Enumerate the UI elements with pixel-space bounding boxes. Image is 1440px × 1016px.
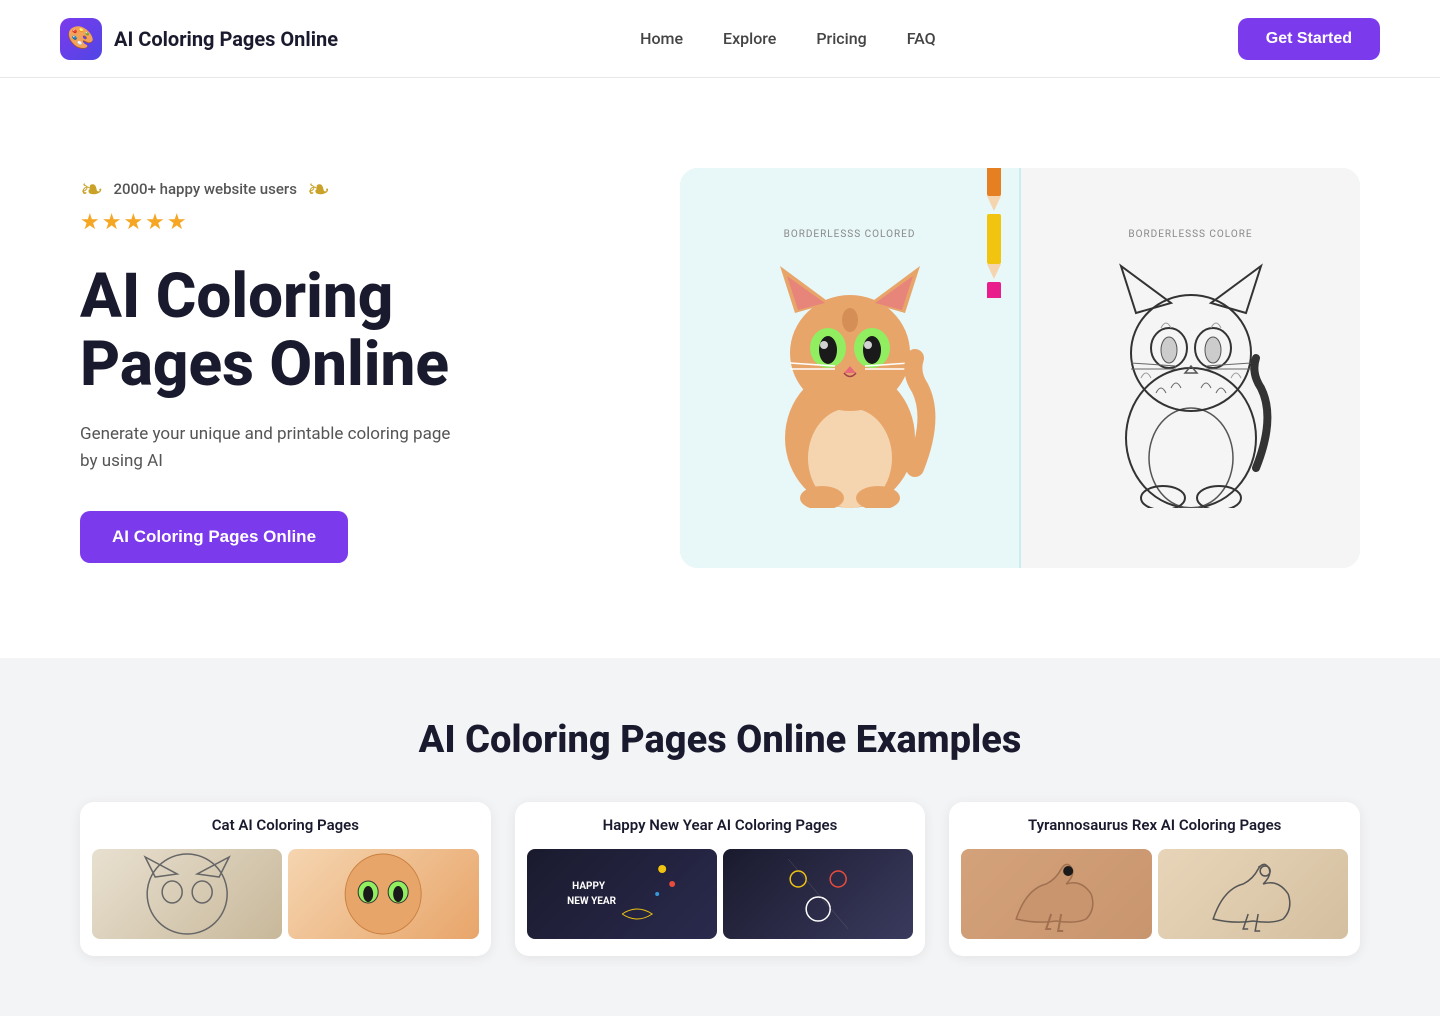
trex-colored-svg bbox=[961, 849, 1151, 939]
laurel-right-icon: ❧ bbox=[307, 173, 330, 206]
hero-heading: AI Coloring Pages Online bbox=[80, 263, 460, 399]
pencils-svg bbox=[979, 168, 1009, 298]
hero-image-colored: BORDERLESSS COLORED bbox=[680, 168, 1019, 568]
hero-left: ❧ 2000+ happy website users ❧ ★★★★★ AI C… bbox=[80, 173, 460, 564]
star-rating: ★★★★★ bbox=[80, 210, 189, 235]
trex-card-title: Tyrannosaurus Rex AI Coloring Pages bbox=[949, 802, 1360, 844]
nav-link-faq[interactable]: FAQ bbox=[907, 29, 936, 48]
examples-grid: Cat AI Coloring Pages bbox=[80, 802, 1360, 956]
example-card-trex: Tyrannosaurus Rex AI Coloring Pages bbox=[949, 802, 1360, 956]
trex-image-left bbox=[961, 849, 1151, 939]
pencils-strip bbox=[979, 168, 1009, 298]
lineart-cat-svg bbox=[1101, 248, 1281, 508]
svg-text:NEW YEAR: NEW YEAR bbox=[567, 896, 616, 907]
cat-image-right bbox=[288, 849, 478, 939]
hero-image: BORDERLESSS COLORED bbox=[680, 168, 1360, 568]
hero-image-lineart: BORDERLESSS COLORE bbox=[1019, 168, 1360, 568]
lineart-label: BORDERLESSS COLORE bbox=[1128, 229, 1252, 240]
trex-sketch-svg bbox=[1158, 849, 1348, 939]
cat-card-title: Cat AI Coloring Pages bbox=[80, 802, 491, 844]
cat-card-images bbox=[80, 844, 491, 944]
nye-image-left: HAPPY NEW YEAR bbox=[527, 849, 717, 939]
nye-card-title: Happy New Year AI Coloring Pages bbox=[515, 802, 926, 844]
nav-links: Home Explore Pricing FAQ bbox=[640, 29, 936, 48]
hero-subtext: Generate your unique and printable color… bbox=[80, 421, 460, 475]
social-proof: ❧ 2000+ happy website users ❧ ★★★★★ bbox=[80, 173, 460, 235]
get-started-button[interactable]: Get Started bbox=[1238, 18, 1380, 60]
nav-link-pricing[interactable]: Pricing bbox=[816, 29, 866, 48]
brand-logo-icon: 🎨 bbox=[60, 18, 102, 60]
nav-link-explore[interactable]: Explore bbox=[723, 29, 776, 48]
example-card-nye: Happy New Year AI Coloring Pages HAPPY N… bbox=[515, 802, 926, 956]
social-proof-row: ❧ 2000+ happy website users ❧ bbox=[80, 173, 330, 206]
svg-text:HAPPY: HAPPY bbox=[572, 881, 606, 892]
navbar: 🎨 AI Coloring Pages Online Home Explore … bbox=[0, 0, 1440, 78]
examples-title: AI Coloring Pages Online Examples bbox=[80, 718, 1360, 762]
colored-label: BORDERLESSS COLORED bbox=[784, 229, 916, 240]
examples-section: AI Coloring Pages Online Examples Cat AI… bbox=[0, 658, 1440, 1016]
nye-image-right bbox=[723, 849, 913, 939]
nye-svg: HAPPY NEW YEAR bbox=[527, 849, 717, 939]
trex-card-images bbox=[949, 844, 1360, 944]
hero-section: ❧ 2000+ happy website users ❧ ★★★★★ AI C… bbox=[0, 78, 1440, 658]
brand-name: AI Coloring Pages Online bbox=[114, 27, 338, 51]
social-proof-text: 2000+ happy website users bbox=[113, 180, 296, 198]
nav-link-home[interactable]: Home bbox=[640, 29, 683, 48]
laurel-left-icon: ❧ bbox=[80, 173, 103, 206]
cat-image-left bbox=[92, 849, 282, 939]
nye-dark-svg bbox=[723, 849, 913, 939]
cat-color-svg bbox=[288, 849, 478, 939]
nav-brand[interactable]: 🎨 AI Coloring Pages Online bbox=[60, 18, 338, 60]
example-card-cat: Cat AI Coloring Pages bbox=[80, 802, 491, 956]
nye-card-images: HAPPY NEW YEAR bbox=[515, 844, 926, 944]
hero-cta-button[interactable]: AI Coloring Pages Online bbox=[80, 511, 348, 563]
trex-image-right bbox=[1158, 849, 1348, 939]
colored-cat-svg bbox=[760, 248, 940, 508]
cat-sketch-svg bbox=[92, 849, 282, 939]
